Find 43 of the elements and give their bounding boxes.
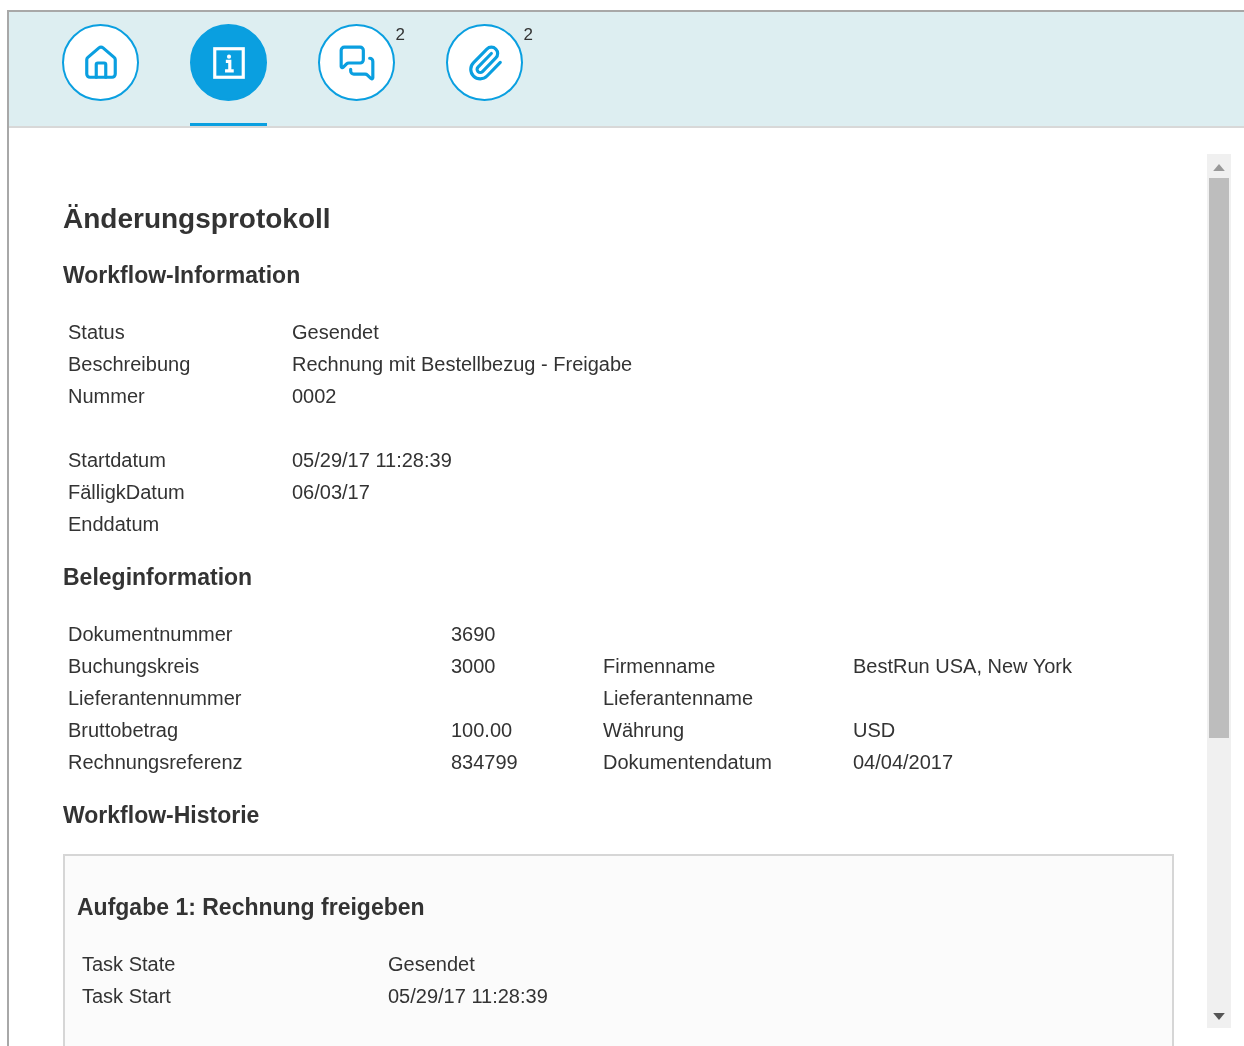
field-value: 834799 — [451, 751, 518, 773]
scroll-up-icon[interactable] — [1213, 164, 1225, 171]
field-label: Nummer — [68, 384, 146, 409]
section-heading: Workflow-Historie — [63, 801, 261, 830]
field-value: Gesendet — [292, 320, 379, 345]
section-heading: Beleginformation — [63, 563, 254, 592]
count-label: 2 — [395, 24, 405, 46]
field-label: Dokumentnummer — [68, 622, 234, 647]
field-label: Startdatum — [68, 448, 167, 473]
task-title: Aufgabe 1: Rechnung freigeben — [77, 893, 426, 922]
field-value: 0002 — [292, 384, 337, 409]
field-value: Rechnung mit Bestellbezug - Freigabe — [292, 352, 633, 377]
field-label: Firmenname — [603, 655, 716, 677]
field-value: 06/03/17 — [292, 480, 370, 505]
field-label: Status — [68, 320, 126, 345]
scrollbar-thumb[interactable] — [1209, 178, 1229, 738]
field-value: BestRun USA, New York — [853, 654, 1072, 679]
chat-bubbles-icon — [337, 43, 376, 82]
field-value: USD — [853, 718, 896, 743]
section-heading: Workflow-Information — [63, 261, 302, 290]
field-label: Lieferantenname — [603, 687, 754, 709]
field-label: FälligkDatum — [68, 480, 186, 505]
field-value: 05/29/17 11:28:39 — [388, 984, 548, 1009]
field-label: Buchungskreis — [68, 654, 201, 679]
field-label: Task Start — [82, 984, 172, 1009]
field-label: Task State — [82, 952, 177, 977]
field-value: 04/04/2017 — [853, 750, 954, 775]
field-value: 3690 — [451, 623, 496, 645]
field-label: Währung — [603, 719, 685, 741]
field-value: 3000 — [451, 655, 496, 677]
field-label: Beschreibung — [68, 352, 192, 377]
field-value: Gesendet — [388, 952, 475, 977]
page-title: Änderungsprotokoll — [63, 202, 332, 236]
scrollbar[interactable] — [1207, 154, 1231, 1028]
field-value: 100.00 — [451, 719, 513, 741]
field-label: Dokumentendatum — [603, 751, 772, 773]
field-label: Bruttobetrag — [68, 718, 180, 743]
field-label: Enddatum — [68, 512, 161, 537]
field-label: Lieferantennummer — [68, 686, 243, 711]
count-label: 2 — [523, 24, 533, 46]
field-value: 05/29/17 11:28:39 — [292, 448, 452, 473]
field-label: Rechnungsreferenz — [68, 750, 244, 775]
scroll-down-icon[interactable] — [1213, 1013, 1225, 1020]
